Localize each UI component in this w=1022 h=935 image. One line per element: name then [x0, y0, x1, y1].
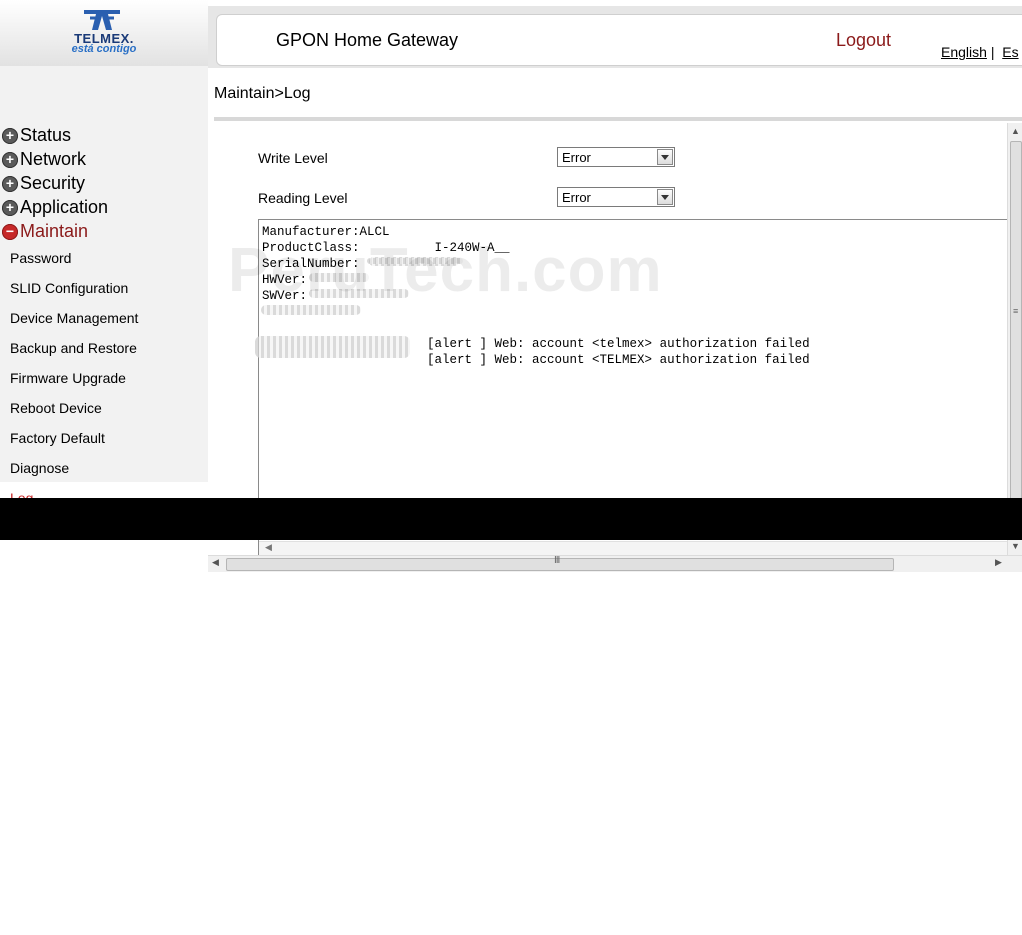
redaction-mark — [309, 289, 409, 298]
scroll-right-icon[interactable]: ▶ — [995, 557, 1002, 568]
breadcrumb-divider — [214, 117, 1022, 121]
reading-level-select[interactable]: Error — [557, 187, 675, 207]
chevron-down-icon — [657, 149, 673, 165]
nav-group-label: Status — [20, 125, 72, 145]
nav-group-status[interactable]: + Status — [0, 125, 71, 146]
nav-group-network[interactable]: + Network — [0, 149, 86, 170]
redaction-mark — [255, 336, 410, 358]
scroll-down-icon[interactable]: ▼ — [1011, 541, 1020, 551]
nav-group-label: Application — [20, 197, 109, 217]
write-level-value: Error — [562, 150, 591, 165]
sidebar-item-reboot-device[interactable]: Reboot Device — [10, 400, 102, 416]
reading-level-value: Error — [562, 190, 591, 205]
horizontal-scrollbar[interactable]: ◀ III ▶ — [208, 555, 1022, 572]
sidebar-item-device-management[interactable]: Device Management — [10, 310, 138, 326]
plus-icon: + — [2, 175, 18, 192]
redaction-mark — [367, 258, 463, 264]
sidebar-item-password[interactable]: Password — [10, 250, 71, 266]
breadcrumb: Maintain>Log — [214, 85, 311, 102]
minus-icon: − — [2, 223, 18, 240]
lang-spanish-link[interactable]: Es — [1002, 44, 1018, 60]
write-level-label: Write Level — [258, 150, 328, 166]
nav-group-label: Network — [20, 149, 87, 169]
scrollbar-grip-icon: III — [554, 555, 560, 566]
lang-english-link[interactable]: English — [941, 44, 987, 60]
nav-group-maintain[interactable]: − Maintain — [0, 221, 88, 242]
app-title: GPON Home Gateway — [276, 30, 459, 50]
telmex-logo-icon — [84, 10, 120, 30]
vertical-scrollbar[interactable]: ▲ ≡ ▼ — [1007, 123, 1022, 555]
lang-separator: | — [990, 44, 995, 60]
language-switcher: English | Es — [941, 44, 1019, 60]
logo-tagline: está contigo — [71, 43, 137, 55]
scrollbar-thumb[interactable] — [1010, 141, 1022, 503]
plus-icon: + — [2, 127, 18, 144]
log-line: SerialNumber: — [262, 257, 360, 271]
scroll-left-icon[interactable]: ◀ — [265, 542, 272, 553]
scroll-up-icon[interactable]: ▲ — [1011, 126, 1020, 136]
nav-group-label: Maintain — [20, 221, 89, 241]
sidebar-item-factory-default[interactable]: Factory Default — [10, 430, 105, 446]
nav-group-label: Security — [20, 173, 86, 193]
scrollbar-grip-icon: ≡ — [1013, 306, 1019, 316]
log-line: ProductClass: I-240W-A__ — [262, 241, 510, 255]
sidebar-item-firmware-upgrade[interactable]: Firmware Upgrade — [10, 370, 126, 386]
reading-level-label: Reading Level — [258, 190, 348, 206]
redaction-bar — [0, 498, 1022, 540]
plus-icon: + — [2, 151, 18, 168]
logout-link[interactable]: Logout — [836, 30, 891, 51]
plus-icon: + — [2, 199, 18, 216]
redaction-mark — [261, 305, 361, 315]
chevron-down-icon — [657, 189, 673, 205]
sidebar-item-diagnose[interactable]: Diagnose — [10, 460, 69, 476]
nav-group-application[interactable]: + Application — [0, 197, 108, 218]
nav-group-security[interactable]: + Security — [0, 173, 85, 194]
write-level-select[interactable]: Error — [557, 147, 675, 167]
redaction-mark — [309, 273, 369, 282]
log-line: Manufacturer:ALCL — [262, 225, 390, 239]
sidebar-item-slid-configuration[interactable]: SLID Configuration — [10, 280, 128, 296]
logo-area: TELMEX. está contigo — [0, 0, 208, 66]
scrollbar-thumb[interactable] — [226, 558, 894, 571]
scroll-left-icon[interactable]: ◀ — [212, 557, 219, 568]
log-horizontal-scrollbar[interactable]: ◀ — [259, 541, 1007, 555]
sidebar-item-backup-restore[interactable]: Backup and Restore — [10, 340, 137, 356]
